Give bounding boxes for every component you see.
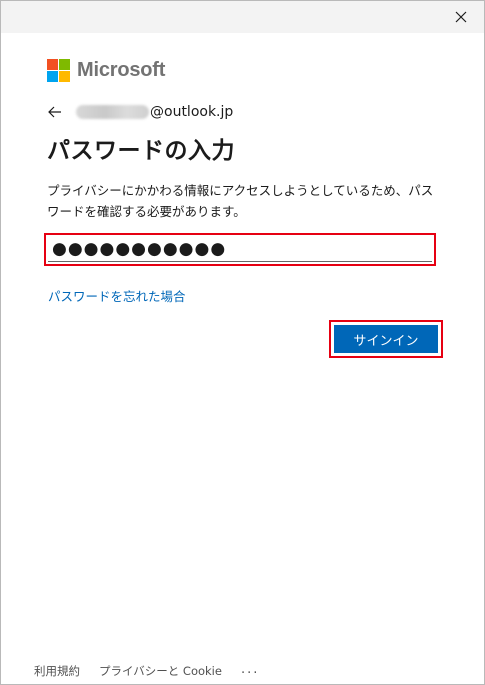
sign-in-window: Microsoft @outlook.jp パスワードの入力 プライバシーにかか…: [0, 0, 485, 685]
close-icon: [455, 11, 467, 23]
title-bar: [1, 1, 484, 33]
password-field-highlight: [44, 233, 436, 266]
microsoft-logo-text: Microsoft: [77, 58, 166, 81]
password-input[interactable]: [48, 237, 432, 262]
privacy-cookie-link[interactable]: プライバシーと Cookie: [99, 663, 222, 679]
account-identity: @outlook.jp: [48, 101, 233, 123]
description-text: プライバシーにかかわる情報にアクセスしようとしているため、パスワードを確認する必…: [47, 183, 434, 219]
signin-button-highlight: サインイン: [329, 320, 443, 358]
back-arrow-icon: [48, 106, 61, 118]
microsoft-logo: Microsoft: [47, 58, 165, 82]
footer: 利用規約 プライバシーと Cookie ...: [34, 661, 259, 681]
signin-button[interactable]: サインイン: [334, 325, 438, 353]
redacted-username: [76, 105, 149, 119]
page-title: パスワードの入力: [47, 138, 235, 164]
back-button[interactable]: [48, 104, 64, 120]
terms-link[interactable]: 利用規約: [34, 663, 80, 679]
microsoft-logo-icon: [47, 58, 70, 82]
close-button[interactable]: [438, 1, 484, 33]
forgot-password-link[interactable]: パスワードを忘れた場合: [48, 286, 186, 305]
more-options-button[interactable]: ...: [241, 662, 259, 677]
email-domain: @outlook.jp: [150, 104, 234, 120]
